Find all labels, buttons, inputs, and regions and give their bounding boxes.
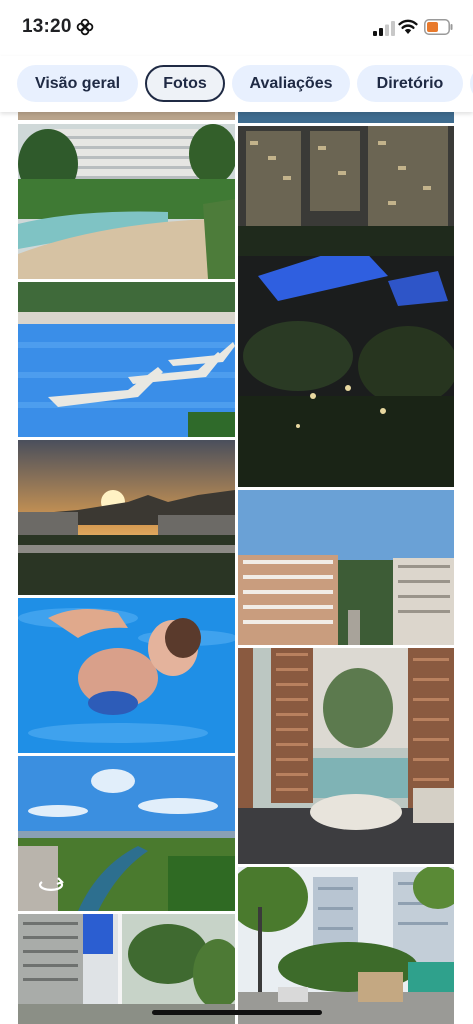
tab-overview[interactable]: Visão geral — [17, 65, 138, 102]
photo-tile[interactable] — [238, 490, 454, 645]
signal-icon — [373, 21, 395, 36]
photo-street — [238, 867, 454, 1024]
photo-tile-partial[interactable] — [238, 112, 454, 123]
photo-pergola — [238, 648, 454, 864]
photo-tile[interactable] — [18, 598, 235, 753]
photo-tile[interactable] — [18, 282, 235, 437]
photo-tile[interactable] — [238, 126, 454, 487]
photo-pool-garden — [18, 124, 235, 279]
photo-tile[interactable] — [18, 440, 235, 595]
photo-night-condo — [238, 126, 454, 487]
photo-tile-partial[interactable] — [18, 112, 235, 120]
photo-pool-loungers — [18, 282, 235, 437]
photo-gallery — [0, 112, 473, 1024]
photo-child-swimming — [18, 598, 235, 753]
tab-directory[interactable]: Diretório — [357, 65, 463, 102]
tab-photos[interactable]: Fotos — [145, 65, 225, 102]
status-bar: 13:20 — [0, 0, 473, 56]
photo-tile[interactable] — [238, 648, 454, 864]
photo-city-aerial — [238, 490, 454, 645]
panorama-360-icon — [38, 877, 64, 891]
wifi-icon — [398, 19, 418, 34]
photo-palm-garden — [18, 914, 235, 1024]
battery-icon — [424, 19, 453, 35]
photo-tile[interactable] — [238, 867, 454, 1024]
tab-reviews[interactable]: Avaliações — [232, 65, 350, 102]
clock: 13:20 — [22, 16, 72, 37]
section-tabs: Visão geral Fotos Avaliações Diretório — [0, 56, 473, 112]
photo-tile[interactable] — [18, 914, 235, 1024]
photo-tile[interactable] — [18, 756, 235, 911]
home-indicator[interactable] — [152, 1010, 322, 1015]
flower-icon — [76, 18, 94, 36]
photo-sunset — [18, 440, 235, 595]
photo-tile[interactable] — [18, 124, 235, 279]
